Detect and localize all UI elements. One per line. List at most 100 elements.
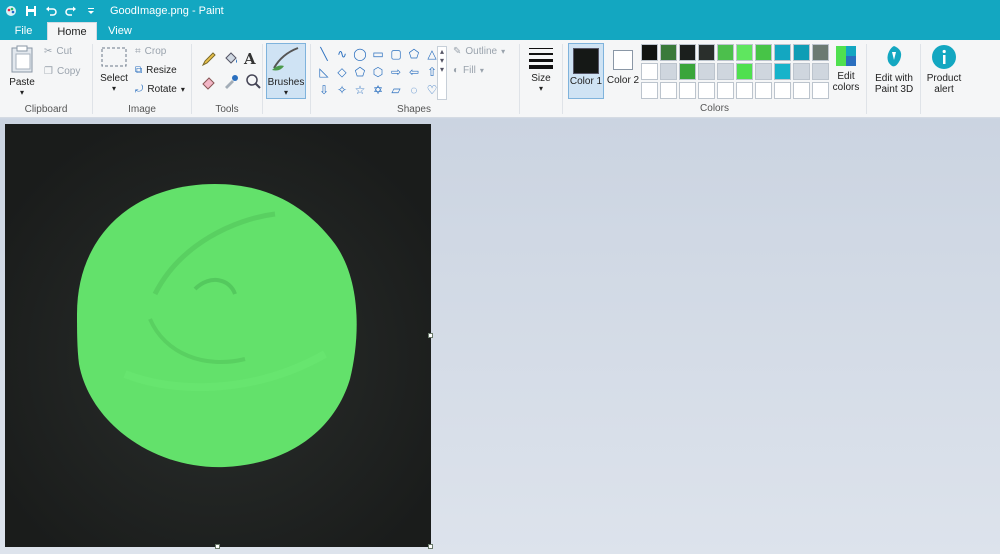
tools-group: A Tools xyxy=(192,40,262,118)
arrow-left-icon[interactable]: ⇦ xyxy=(406,64,422,80)
select-dropdown-icon[interactable]: ▾ xyxy=(97,84,131,93)
right-triangle-icon[interactable]: ◺ xyxy=(316,64,332,80)
palette-swatch[interactable] xyxy=(717,63,734,80)
oval-icon[interactable]: ◯ xyxy=(352,46,368,62)
palette-swatch[interactable] xyxy=(660,63,677,80)
palette-swatch[interactable] xyxy=(641,63,658,80)
customize-toolbar-icon[interactable] xyxy=(84,4,98,18)
palette-swatch[interactable] xyxy=(717,82,734,99)
green-ball xyxy=(77,184,357,468)
palette-swatch[interactable] xyxy=(755,63,772,80)
ribbon-tabs: File Home View xyxy=(0,22,1000,40)
palette-swatch[interactable] xyxy=(736,44,753,61)
scissors-icon: ✂ xyxy=(44,46,53,57)
callout-oval-icon[interactable]: ◌ xyxy=(406,82,422,98)
text-tool-icon[interactable]: A xyxy=(244,50,264,70)
drawing-canvas[interactable] xyxy=(5,124,433,549)
star4-icon[interactable]: ✧ xyxy=(334,82,350,98)
palette-swatch[interactable] xyxy=(641,44,658,61)
size-button[interactable]: Size ▾ xyxy=(524,44,558,93)
palette-swatch[interactable] xyxy=(660,44,677,61)
outline-button[interactable]: ✎ Outline ▾ xyxy=(453,46,505,57)
tools-group-label: Tools xyxy=(215,104,239,115)
shapes-scroll[interactable]: ▴ ▾ ▾ xyxy=(437,46,447,100)
hexagon-icon[interactable]: ⬡ xyxy=(370,64,386,80)
select-button[interactable]: Select ▾ xyxy=(97,46,131,93)
palette-swatch[interactable] xyxy=(698,44,715,61)
palette-swatch[interactable] xyxy=(793,44,810,61)
tab-view[interactable]: View xyxy=(97,22,143,40)
palette-swatch[interactable] xyxy=(755,82,772,99)
palette-swatch[interactable] xyxy=(774,63,791,80)
edit-colors-button[interactable]: Edit colors xyxy=(829,44,863,93)
fill-button[interactable]: ◐ Fill ▾ xyxy=(453,65,484,76)
line-icon[interactable]: ╲ xyxy=(316,46,332,62)
pentagon-icon[interactable]: ⬠ xyxy=(352,64,368,80)
eraser-icon[interactable] xyxy=(200,72,220,92)
palette-swatch[interactable] xyxy=(812,44,829,61)
brushes-button[interactable]: Brushes ▾ xyxy=(266,43,306,99)
copy-label: Copy xyxy=(56,66,81,77)
size-label: Size xyxy=(531,73,551,84)
palette-swatch[interactable] xyxy=(679,63,696,80)
shapes-gallery: ╲ ∿ ◯ ▭ ▢ ⬠ △ ◺ ◇ ⬠ ⬡ ⇨ ⇦ ⇧ ⇩ ✧ ☆ ✡ ▱ ◌ … xyxy=(316,46,437,98)
palette-swatch[interactable] xyxy=(812,82,829,99)
brushes-label: Brushes xyxy=(267,77,305,88)
diamond-icon[interactable]: ◇ xyxy=(334,64,350,80)
palette-swatch[interactable] xyxy=(679,44,696,61)
tab-home[interactable]: Home xyxy=(47,22,97,40)
palette-swatch[interactable] xyxy=(679,82,696,99)
rounded-rectangle-icon[interactable]: ▢ xyxy=(388,46,404,62)
arrow-right-icon[interactable]: ⇨ xyxy=(388,64,404,80)
paint3d-button[interactable]: Edit with Paint 3D xyxy=(870,44,918,95)
select-icon xyxy=(101,47,127,67)
palette-swatch[interactable] xyxy=(774,82,791,99)
undo-icon[interactable] xyxy=(44,4,58,18)
crop-button[interactable]: ⌗ Crop xyxy=(135,46,166,57)
color1-button[interactable]: Color 1 xyxy=(568,43,604,99)
paste-dropdown-icon[interactable]: ▾ xyxy=(6,88,38,97)
copy-button[interactable]: ❐ Copy xyxy=(44,66,80,77)
crop-label: Crop xyxy=(144,46,167,57)
resize-handle-right[interactable] xyxy=(428,333,433,338)
star5-icon[interactable]: ☆ xyxy=(352,82,368,98)
resize-button[interactable]: ⧉ Resize xyxy=(135,65,177,76)
palette-swatch[interactable] xyxy=(774,44,791,61)
palette-swatch[interactable] xyxy=(698,63,715,80)
palette-swatch[interactable] xyxy=(698,82,715,99)
star6-icon[interactable]: ✡ xyxy=(370,82,386,98)
color2-button[interactable]: Color 2 xyxy=(606,43,640,99)
resize-handle-corner[interactable] xyxy=(428,544,433,549)
resize-icon: ⧉ xyxy=(135,65,143,76)
arrow-down-icon[interactable]: ⇩ xyxy=(316,82,332,98)
paint-app-icon[interactable] xyxy=(4,4,18,18)
palette-swatch[interactable] xyxy=(717,44,734,61)
product-alert-button[interactable]: Product alert xyxy=(923,44,965,95)
palette-swatch[interactable] xyxy=(793,82,810,99)
select-label: Select xyxy=(100,73,128,84)
tab-file[interactable]: File xyxy=(0,22,47,40)
pencil-icon[interactable] xyxy=(200,50,220,70)
palette-swatch[interactable] xyxy=(641,82,658,99)
resize-handle-bottom[interactable] xyxy=(215,544,220,549)
palette-swatch[interactable] xyxy=(736,63,753,80)
callout-rect-icon[interactable]: ▱ xyxy=(388,82,404,98)
redo-icon[interactable] xyxy=(64,4,78,18)
palette-swatch[interactable] xyxy=(736,82,753,99)
palette-swatch[interactable] xyxy=(793,63,810,80)
color-picker-icon[interactable] xyxy=(222,72,242,92)
rotate-icon: ⤾ xyxy=(135,84,144,95)
palette-swatch[interactable] xyxy=(660,82,677,99)
clipboard-group-label: Clipboard xyxy=(24,104,68,115)
save-icon[interactable] xyxy=(24,4,38,18)
magnifier-icon[interactable] xyxy=(244,72,264,92)
paste-button[interactable]: Paste ▾ xyxy=(6,44,38,97)
polygon-icon[interactable]: ⬠ xyxy=(406,46,422,62)
curve-icon[interactable]: ∿ xyxy=(334,46,350,62)
rotate-button[interactable]: ⤾ Rotate ▾ xyxy=(135,84,185,95)
fill-bucket-icon[interactable] xyxy=(222,50,242,70)
palette-swatch[interactable] xyxy=(755,44,772,61)
rectangle-icon[interactable]: ▭ xyxy=(370,46,386,62)
cut-button[interactable]: ✂ Cut xyxy=(44,46,72,57)
palette-swatch[interactable] xyxy=(812,63,829,80)
